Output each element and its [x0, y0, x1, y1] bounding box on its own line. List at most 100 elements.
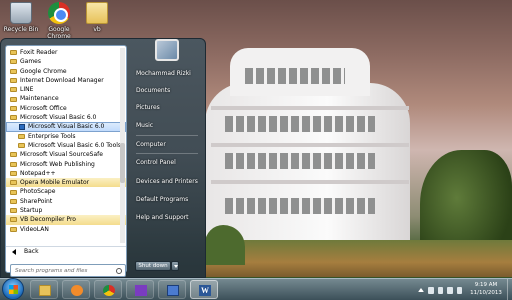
search-icon: [116, 268, 122, 274]
taskbar-button-vb6[interactable]: [158, 280, 186, 299]
power-icon[interactable]: [456, 286, 462, 294]
action-center-icon[interactable]: [437, 286, 443, 294]
right-item-music[interactable]: Music: [136, 122, 153, 129]
program-item[interactable]: SharePoint: [6, 197, 126, 206]
program-item[interactable]: Opera Mobile Emulator: [6, 178, 126, 188]
separator: [136, 135, 198, 136]
right-item-user[interactable]: Mochammad Rizki: [136, 70, 191, 77]
vb6-icon: [19, 124, 25, 131]
desktop-icon-vb-folder[interactable]: vb: [76, 2, 118, 33]
wallpaper-tree: [205, 225, 245, 265]
back-button[interactable]: Back: [6, 246, 126, 256]
program-label: Microsoft Visual Basic 6.0: [20, 114, 97, 122]
separator: [136, 153, 198, 154]
folder-icon: [10, 152, 17, 158]
folder-icon: [10, 161, 17, 167]
program-label: LINE: [20, 86, 34, 94]
program-item[interactable]: PhotoScape: [6, 187, 126, 196]
folder-icon: [10, 189, 17, 195]
taskbar-button-media-player[interactable]: [62, 280, 90, 299]
folder-icon: [10, 171, 17, 176]
word-icon: W: [199, 285, 211, 296]
back-label: Back: [24, 248, 39, 255]
desktop-icon-label: Recycle Bin: [3, 26, 39, 33]
show-hidden-icons-icon[interactable]: [418, 288, 424, 292]
shutdown-options-button[interactable]: [171, 261, 179, 271]
folder-icon: [10, 180, 17, 186]
volume-icon[interactable]: [447, 286, 453, 294]
program-label: Enterprise Tools: [28, 132, 76, 140]
chrome-icon: [48, 2, 70, 24]
program-item[interactable]: Google Chrome: [6, 67, 126, 76]
start-button[interactable]: [2, 278, 24, 300]
folder-icon: [10, 208, 17, 214]
program-item[interactable]: Microsoft Visual Basic 6.0: [6, 122, 126, 132]
folder-icon: [10, 115, 17, 121]
folder-icon: [10, 78, 17, 84]
right-item-control-panel[interactable]: Control Panel: [136, 159, 176, 166]
right-item-devices-printers[interactable]: Devices and Printers: [136, 178, 198, 185]
desktop-icon-recycle-bin[interactable]: Recycle Bin: [0, 2, 42, 33]
folder-icon: [39, 285, 51, 296]
right-item-help-support[interactable]: Help and Support: [136, 214, 189, 221]
folder-icon: [10, 198, 17, 204]
back-arrow-icon: [12, 248, 16, 255]
taskbar-button-word[interactable]: W: [190, 280, 218, 299]
program-item[interactable]: VideoLAN: [6, 225, 126, 234]
desktop-icon-label: vb: [93, 26, 101, 33]
taskbar-button-visual-studio[interactable]: [126, 280, 154, 299]
clock-date: 11/10/2013: [470, 290, 502, 296]
clock[interactable]: 9:19 AM 11/10/2013: [466, 281, 506, 297]
programs-panel: Foxit Reader Games Google Chrome Internet D…: [5, 45, 127, 277]
program-item[interactable]: Foxit Reader: [6, 48, 126, 57]
right-item-computer[interactable]: Computer: [136, 141, 166, 148]
program-label: Microsoft Visual Basic 6.0 Tools: [28, 141, 122, 149]
programs-scrollbar[interactable]: [120, 48, 125, 243]
program-item[interactable]: VB Decompiler Pro: [6, 215, 126, 225]
program-label: Microsoft Visual Basic 6.0: [28, 123, 105, 131]
right-item-default-programs[interactable]: Default Programs: [136, 196, 188, 203]
taskbar-button-chrome[interactable]: [94, 280, 122, 299]
program-label: Foxit Reader: [20, 49, 58, 56]
folder-icon: [10, 105, 17, 111]
program-label: Games: [20, 58, 41, 66]
program-item[interactable]: Maintenance: [6, 94, 126, 103]
program-item[interactable]: Internet Download Manager: [6, 76, 126, 85]
program-item[interactable]: LINE: [6, 85, 126, 94]
user-avatar[interactable]: [155, 39, 179, 61]
desktop-icon-chrome[interactable]: Google Chrome: [38, 2, 80, 40]
program-label: Microsoft Web Publishing: [20, 160, 95, 168]
program-item[interactable]: Microsoft Office: [6, 104, 126, 113]
program-item[interactable]: Microsoft Visual SourceSafe: [6, 150, 126, 159]
program-label: Google Chrome: [20, 67, 67, 75]
folder-icon: [10, 226, 17, 232]
right-item-pictures[interactable]: Pictures: [136, 104, 160, 111]
scrollbar-thumb[interactable]: [120, 143, 125, 183]
right-item-documents[interactable]: Documents: [136, 87, 170, 94]
chrome-icon: [103, 285, 115, 296]
program-item[interactable]: Microsoft Visual Basic 6.0 Tools: [6, 141, 126, 150]
search-input[interactable]: Search programs and files: [10, 264, 126, 277]
program-label: Startup: [20, 207, 43, 215]
taskbar-button-explorer[interactable]: [30, 280, 58, 299]
program-label: Internet Download Manager: [20, 76, 104, 84]
all-programs-list: Foxit Reader Games Google Chrome Internet D…: [6, 46, 126, 234]
program-item[interactable]: Enterprise Tools: [6, 132, 126, 141]
program-label: Microsoft Office: [20, 104, 67, 112]
program-label: Opera Mobile Emulator: [20, 179, 90, 187]
program-label: Microsoft Visual SourceSafe: [20, 151, 103, 159]
program-item[interactable]: Notepad++: [6, 169, 126, 178]
program-item[interactable]: Games: [6, 57, 126, 66]
shutdown-button[interactable]: Shut down: [135, 261, 171, 271]
recycle-bin-icon: [10, 2, 32, 24]
folder-icon: [10, 217, 17, 223]
program-item[interactable]: Microsoft Visual Basic 6.0: [6, 113, 126, 122]
folder-icon: [86, 2, 108, 24]
program-label: PhotoScape: [20, 188, 56, 196]
network-icon[interactable]: [428, 286, 434, 294]
start-menu: Foxit Reader Games Google Chrome Internet D…: [0, 38, 206, 278]
program-item[interactable]: Startup: [6, 206, 126, 215]
program-item[interactable]: Microsoft Web Publishing: [6, 160, 126, 169]
show-desktop-button[interactable]: [507, 279, 512, 300]
folder-icon: [18, 143, 25, 149]
